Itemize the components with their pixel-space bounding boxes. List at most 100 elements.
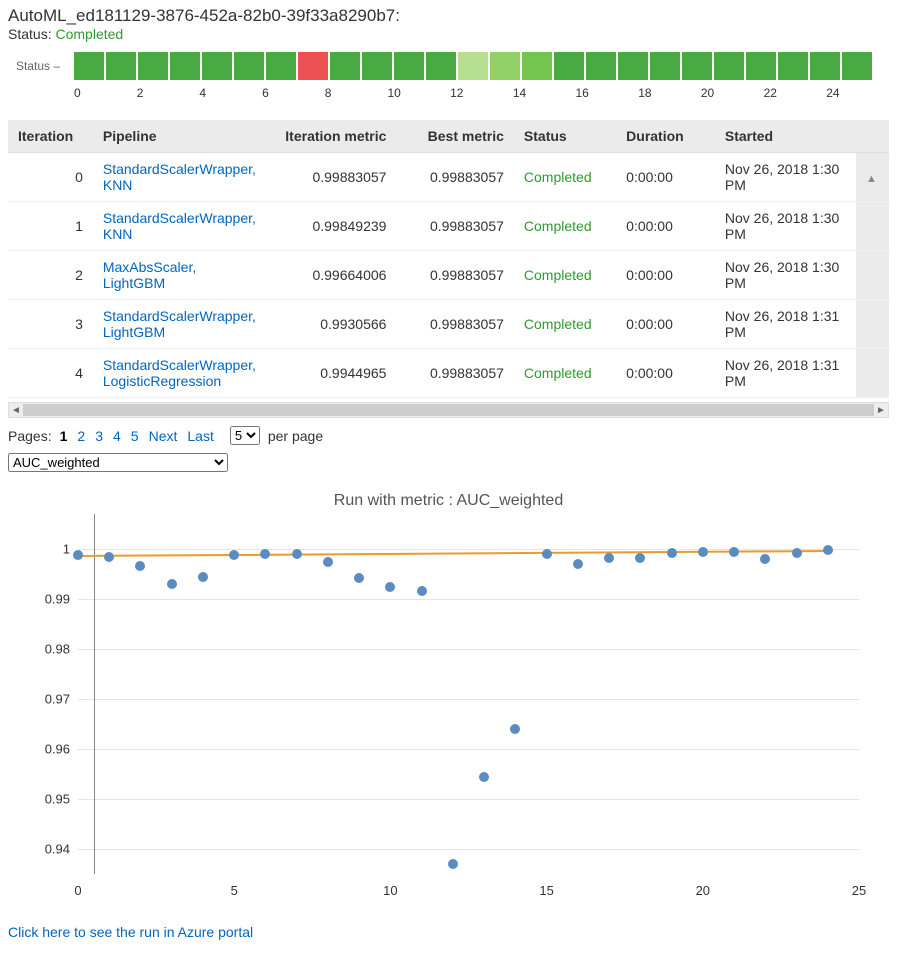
- heatmap-tick: 6: [262, 86, 325, 100]
- heatmap-cell[interactable]: [746, 52, 776, 80]
- chart-point[interactable]: [479, 772, 489, 782]
- row-scroll-gutter: [856, 202, 889, 251]
- heatmap-cell[interactable]: [650, 52, 680, 80]
- cell-duration: 0:00:00: [616, 349, 715, 398]
- pager-page[interactable]: 5: [131, 428, 139, 444]
- heatmap-cell[interactable]: [554, 52, 584, 80]
- heatmap-cell[interactable]: [202, 52, 232, 80]
- heatmap-cell[interactable]: [522, 52, 552, 80]
- heatmap-cell[interactable]: [682, 52, 712, 80]
- col-status[interactable]: Status: [514, 120, 616, 153]
- y-tick: 0.99: [30, 592, 70, 607]
- pager-next[interactable]: Next: [149, 428, 178, 444]
- chart-point[interactable]: [354, 573, 364, 583]
- col-iteration[interactable]: Iteration: [8, 120, 93, 153]
- heatmap-cell[interactable]: [618, 52, 648, 80]
- heatmap-cell[interactable]: [266, 52, 296, 80]
- chart-point[interactable]: [573, 559, 583, 569]
- col-best-metric[interactable]: Best metric: [396, 120, 513, 153]
- heatmap-axis-label: Status –: [8, 59, 74, 73]
- chart-point[interactable]: [292, 549, 302, 559]
- cell-pipeline[interactable]: MaxAbsScaler, LightGBM: [93, 251, 266, 300]
- chart-point[interactable]: [198, 572, 208, 582]
- table-row[interactable]: 4StandardScalerWrapper, LogisticRegressi…: [8, 349, 889, 398]
- table-row[interactable]: 2MaxAbsScaler, LightGBM0.996640060.99883…: [8, 251, 889, 300]
- cell-best-metric: 0.99883057: [396, 202, 513, 251]
- pager-page[interactable]: 4: [113, 428, 121, 444]
- scroll-left-icon[interactable]: ◄: [9, 403, 23, 417]
- chart-point[interactable]: [542, 549, 552, 559]
- cell-pipeline[interactable]: StandardScalerWrapper, KNN: [93, 202, 266, 251]
- heatmap-cell[interactable]: [298, 52, 328, 80]
- cell-pipeline[interactable]: StandardScalerWrapper, LightGBM: [93, 300, 266, 349]
- cell-iter-metric: 0.9944965: [266, 349, 397, 398]
- heatmap-cell[interactable]: [170, 52, 200, 80]
- pager-page[interactable]: 3: [95, 428, 103, 444]
- metric-select[interactable]: AUC_weighted: [8, 453, 228, 472]
- chart-point[interactable]: [417, 586, 427, 596]
- azure-portal-link[interactable]: Click here to see the run in Azure porta…: [8, 924, 253, 940]
- chart-point[interactable]: [510, 724, 520, 734]
- heatmap-cell[interactable]: [138, 52, 168, 80]
- col-iter-metric[interactable]: Iteration metric: [266, 120, 397, 153]
- chart-point[interactable]: [73, 550, 83, 560]
- chart-point[interactable]: [635, 553, 645, 563]
- chart-point[interactable]: [823, 545, 833, 555]
- chart-point[interactable]: [104, 552, 114, 562]
- col-started[interactable]: Started: [715, 120, 856, 153]
- chart-point[interactable]: [667, 548, 677, 558]
- col-pipeline[interactable]: Pipeline: [93, 120, 266, 153]
- chart-point[interactable]: [260, 549, 270, 559]
- table-row[interactable]: 3StandardScalerWrapper, LightGBM0.993056…: [8, 300, 889, 349]
- heatmap-cell[interactable]: [586, 52, 616, 80]
- heatmap-cell[interactable]: [490, 52, 520, 80]
- heatmap-cell[interactable]: [394, 52, 424, 80]
- cell-status: Completed: [514, 153, 616, 202]
- pager-last[interactable]: Last: [187, 428, 213, 444]
- chart-point[interactable]: [229, 550, 239, 560]
- table-horizontal-scrollbar[interactable]: ◄ ►: [8, 402, 889, 418]
- chart-point[interactable]: [135, 561, 145, 571]
- heatmap-cell[interactable]: [330, 52, 360, 80]
- cell-pipeline[interactable]: StandardScalerWrapper, LogisticRegressio…: [93, 349, 266, 398]
- heatmap-cell[interactable]: [426, 52, 456, 80]
- cell-status: Completed: [514, 202, 616, 251]
- heatmap-cell[interactable]: [106, 52, 136, 80]
- heatmap-cell[interactable]: [842, 52, 872, 80]
- scroll-right-icon[interactable]: ►: [874, 403, 888, 417]
- heatmap-cell[interactable]: [74, 52, 104, 80]
- chart-point[interactable]: [604, 553, 614, 563]
- per-page-select[interactable]: 5: [230, 426, 260, 445]
- chart-point[interactable]: [323, 557, 333, 567]
- heatmap-tick: 0: [74, 86, 137, 100]
- heatmap-cell[interactable]: [458, 52, 488, 80]
- table-row[interactable]: 0StandardScalerWrapper, KNN0.998830570.9…: [8, 153, 889, 202]
- heatmap-cell[interactable]: [810, 52, 840, 80]
- heatmap-cell[interactable]: [234, 52, 264, 80]
- row-scroll-gutter: [856, 349, 889, 398]
- heatmap-tick: 10: [387, 86, 450, 100]
- chart-point[interactable]: [792, 548, 802, 558]
- cell-pipeline[interactable]: StandardScalerWrapper, KNN: [93, 153, 266, 202]
- scrollbar-thumb[interactable]: [23, 404, 874, 416]
- y-tick: 0.95: [30, 792, 70, 807]
- heatmap-tick: 20: [701, 86, 764, 100]
- heatmap-cell[interactable]: [714, 52, 744, 80]
- heatmap-cell[interactable]: [778, 52, 808, 80]
- heatmap-cell[interactable]: [362, 52, 392, 80]
- x-tick: 5: [231, 883, 238, 898]
- heatmap-tick: 16: [576, 86, 639, 100]
- status-value: Completed: [55, 26, 123, 42]
- chart-point[interactable]: [729, 547, 739, 557]
- chart-point[interactable]: [698, 547, 708, 557]
- pager-page[interactable]: 2: [77, 428, 85, 444]
- chart-point[interactable]: [385, 582, 395, 592]
- chart[interactable]: 10.990.980.970.960.950.940510152025: [8, 524, 889, 904]
- table-scroll-gutter: [856, 120, 889, 153]
- cell-started: Nov 26, 2018 1:30 PM: [715, 202, 856, 251]
- chart-point[interactable]: [760, 554, 770, 564]
- chart-point[interactable]: [167, 579, 177, 589]
- chart-point[interactable]: [448, 859, 458, 869]
- col-duration[interactable]: Duration: [616, 120, 715, 153]
- table-row[interactable]: 1StandardScalerWrapper, KNN0.998492390.9…: [8, 202, 889, 251]
